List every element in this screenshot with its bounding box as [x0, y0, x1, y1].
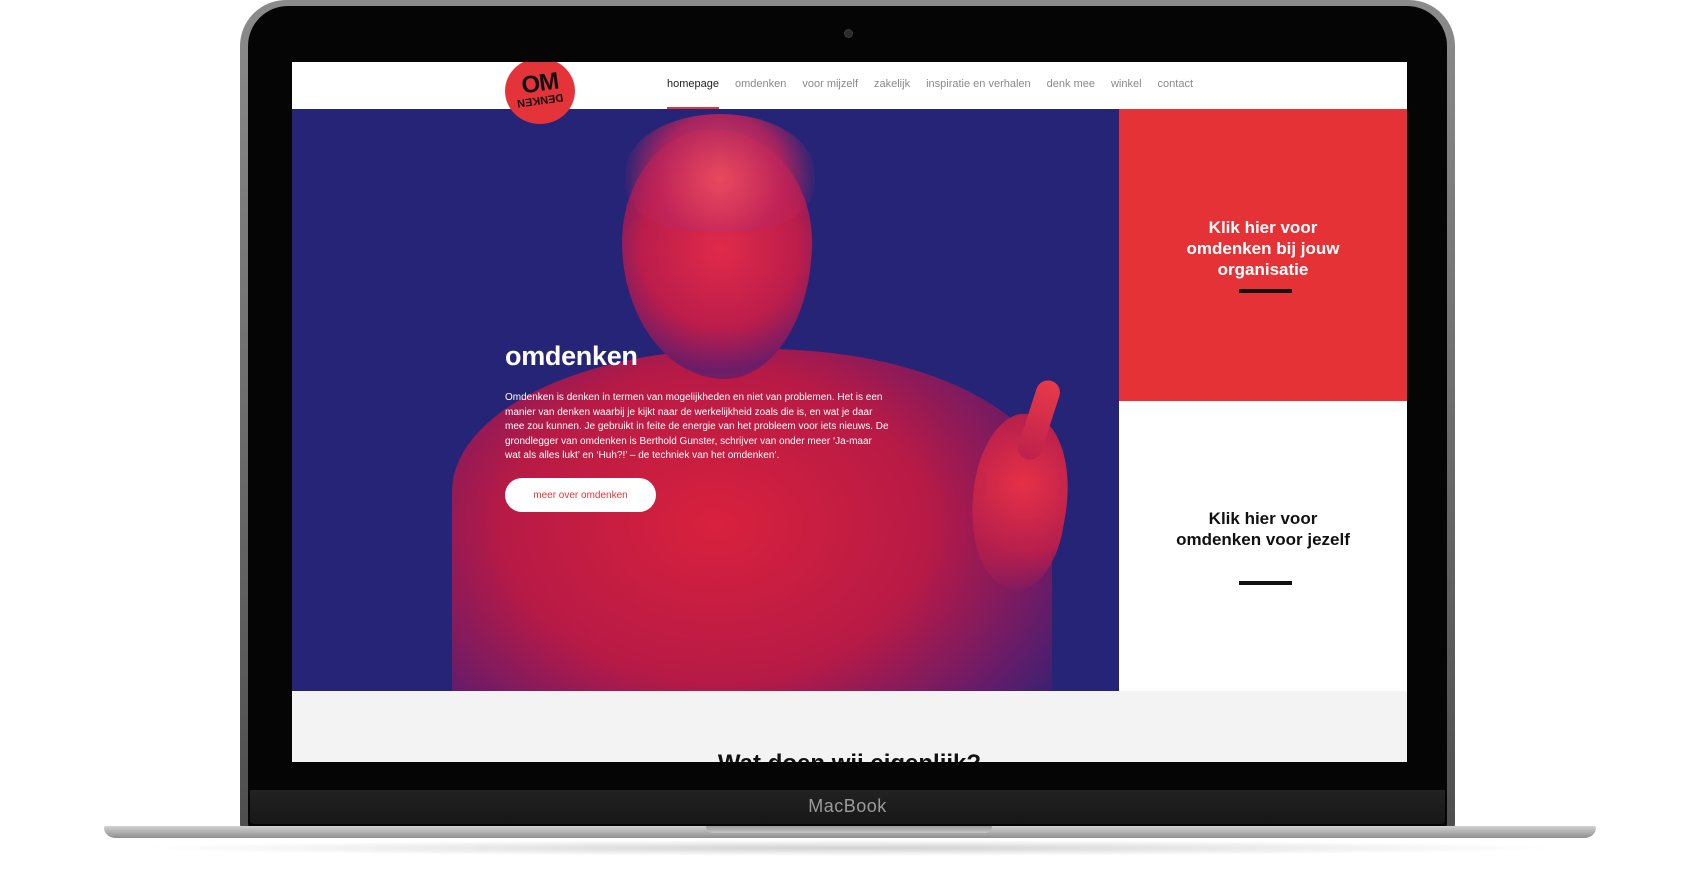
hero-description: Omdenken is denken in termen van mogelij…: [505, 392, 889, 461]
nav-item-inspiratie[interactable]: inspiratie en verhalen: [918, 78, 1039, 109]
camera-icon: [845, 30, 852, 37]
macbook-label: MacBook: [808, 796, 887, 816]
mockup-stage: OM DENKEN homepage omdenken voor mijzelf…: [0, 0, 1700, 889]
top-navigation: OM DENKEN homepage omdenken voor mijzelf…: [292, 62, 1407, 124]
nav-item-zakelijk[interactable]: zakelijk: [866, 78, 918, 109]
lower-section: Wat doen wij eigenlijk?: [292, 691, 1407, 762]
main-menu: homepage omdenken voor mijzelf zakelijk …: [659, 78, 1201, 109]
nav-item-voor-mijzelf[interactable]: voor mijzelf: [794, 78, 866, 109]
website-screen: OM DENKEN homepage omdenken voor mijzelf…: [292, 62, 1407, 762]
lower-section-heading: Wat doen wij eigenlijk?: [292, 750, 1407, 762]
personal-panel-underline: [1239, 581, 1292, 585]
nav-item-winkel[interactable]: winkel: [1103, 78, 1150, 109]
hero-section: omdenken Omdenken is denken in termen va…: [292, 109, 1119, 691]
nav-item-contact[interactable]: contact: [1150, 78, 1201, 109]
organisation-panel[interactable]: Klik hier voor omdenken bij jouw organis…: [1119, 109, 1407, 401]
laptop-chin: MacBook: [250, 790, 1445, 824]
nav-item-denk-mee[interactable]: denk mee: [1039, 78, 1103, 109]
laptop-shadow: [130, 840, 1570, 856]
personal-panel[interactable]: Klik hier voor omdenken voor jezelf: [1119, 401, 1407, 691]
organisation-panel-underline: [1239, 289, 1292, 293]
organisation-panel-title[interactable]: Klik hier voor omdenken bij jouw organis…: [1164, 217, 1362, 280]
nav-item-homepage[interactable]: homepage: [659, 78, 727, 109]
hero-title: omdenken: [505, 341, 638, 371]
personal-panel-title[interactable]: Klik hier voor omdenken voor jezelf: [1164, 508, 1362, 550]
speaker-hair-image: [625, 114, 815, 232]
more-about-omdenken-button[interactable]: meer over omdenken: [505, 478, 656, 512]
laptop-base-notch: [706, 826, 992, 833]
nav-item-omdenken[interactable]: omdenken: [727, 78, 794, 109]
